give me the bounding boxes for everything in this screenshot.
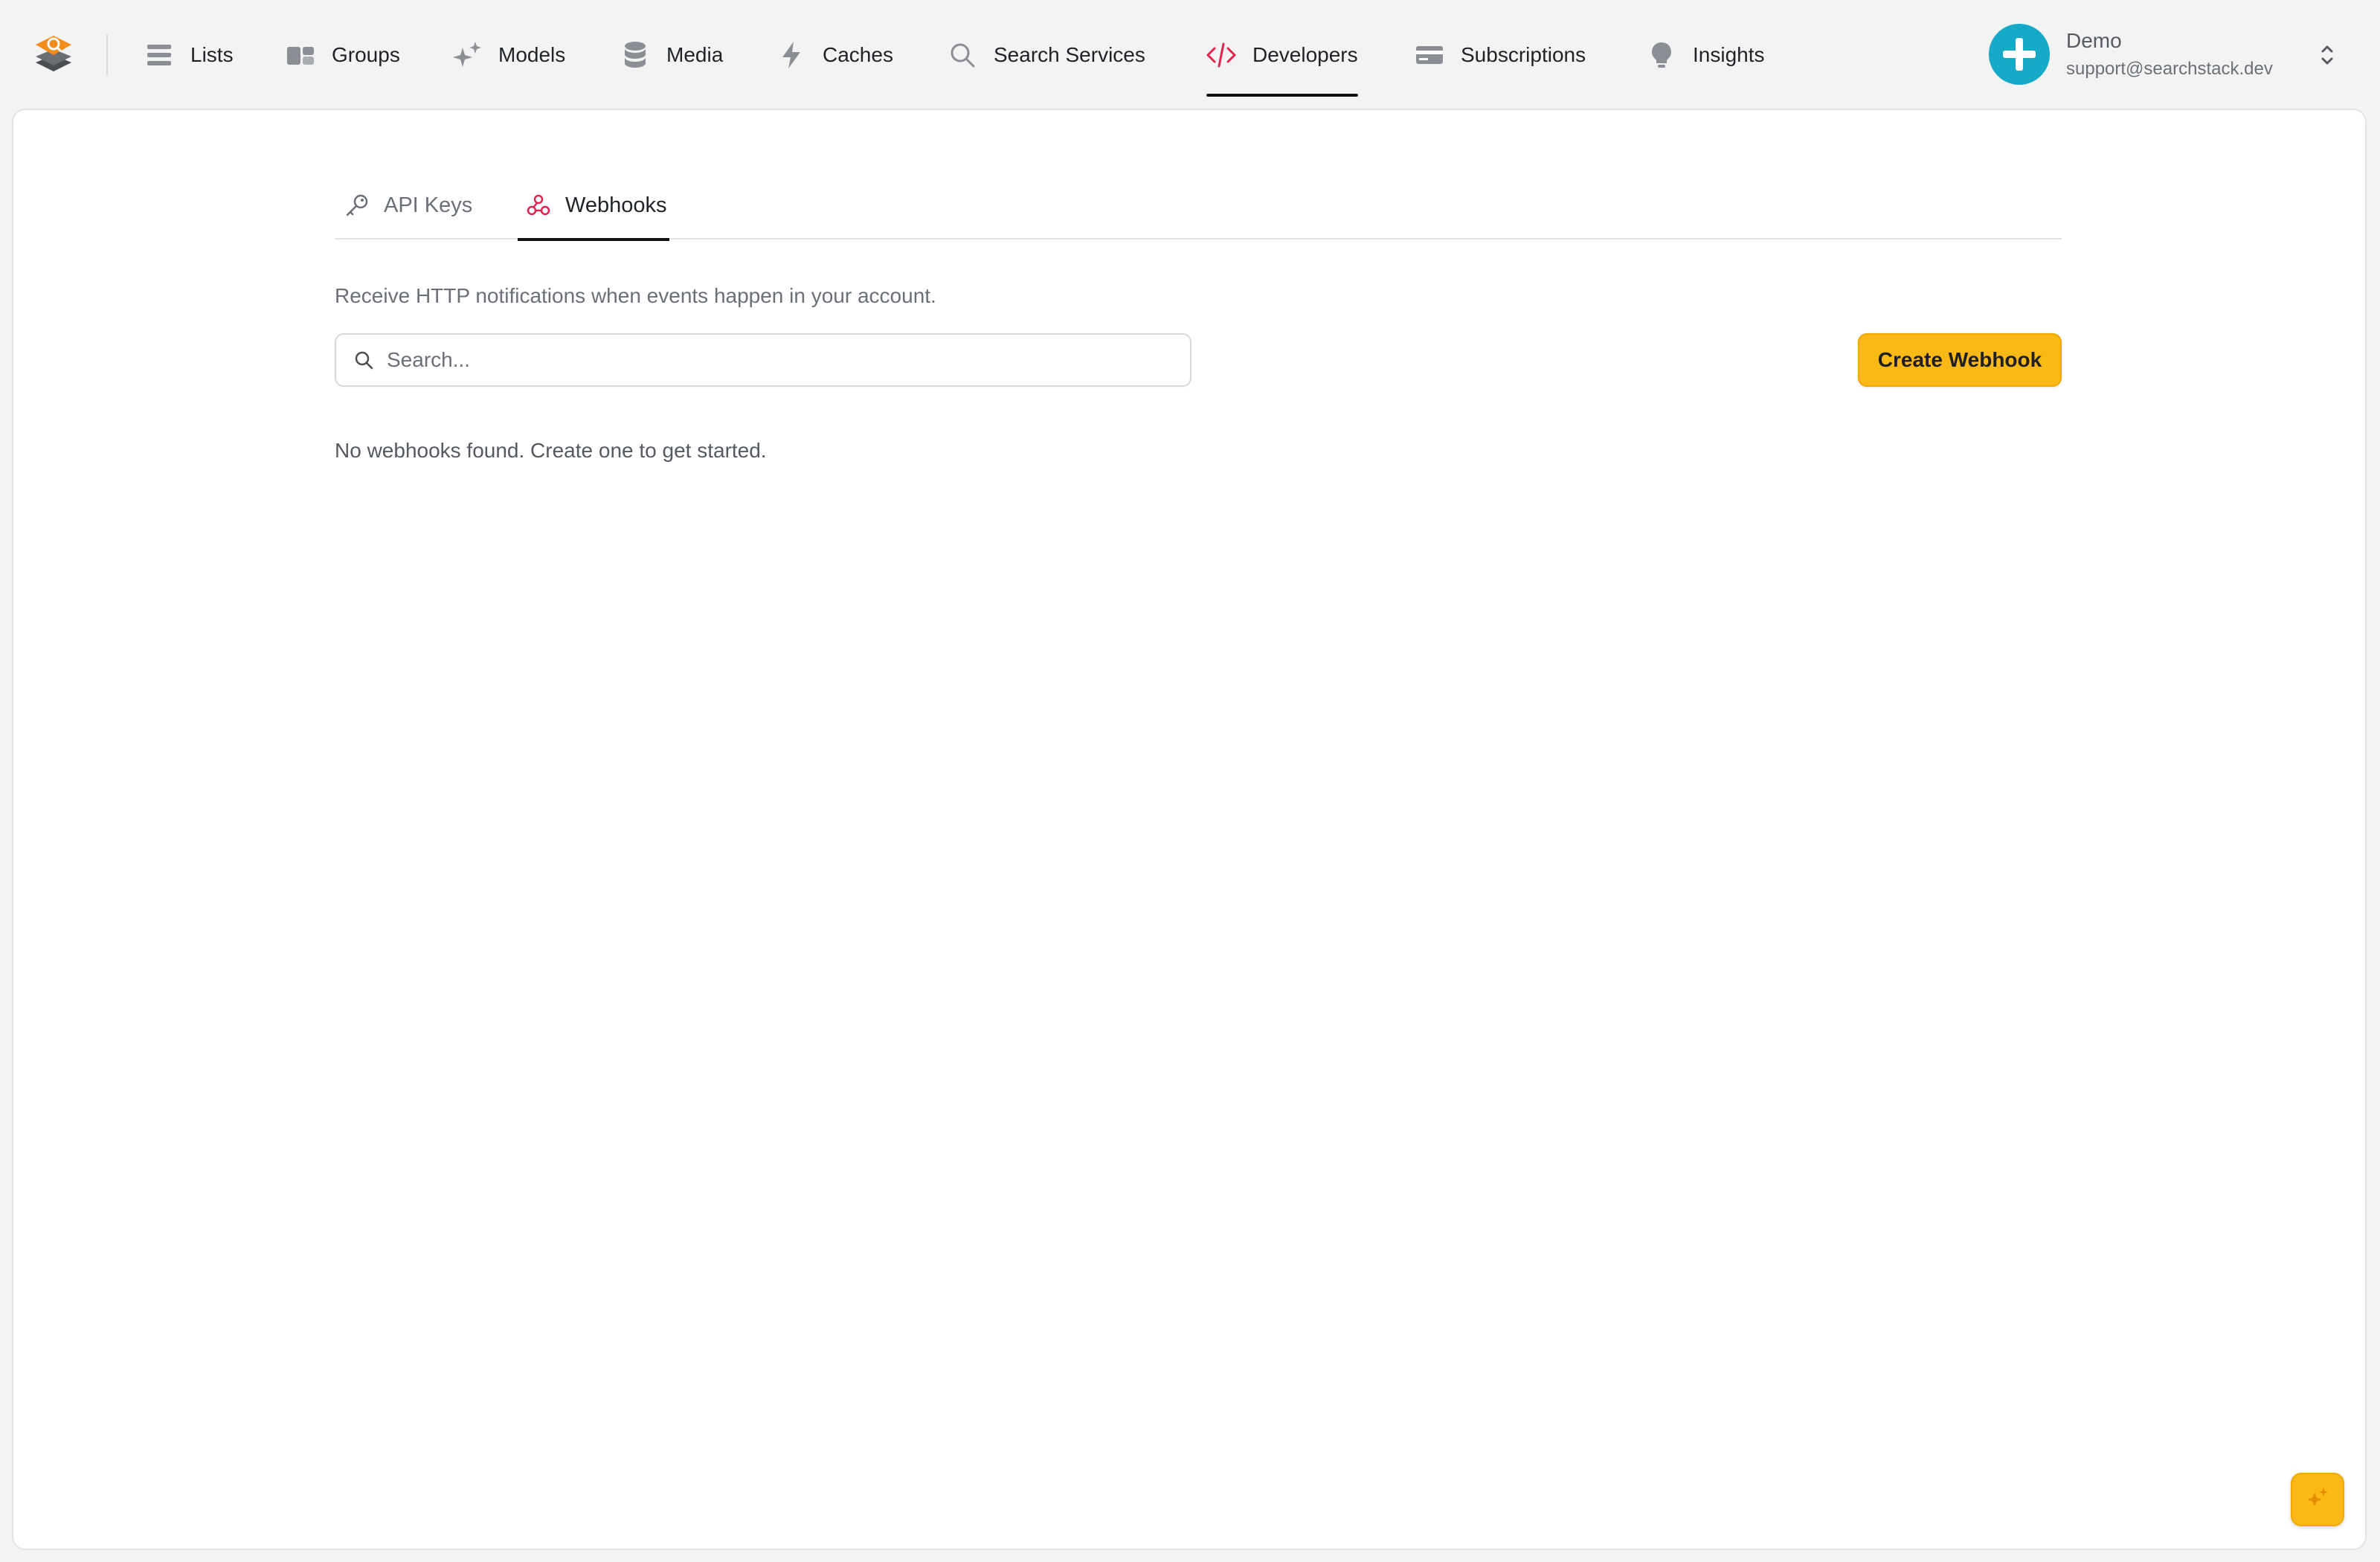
avatar <box>1989 24 2050 85</box>
search-input[interactable] <box>387 348 1175 372</box>
search-icon <box>948 40 977 70</box>
lightning-icon <box>776 40 806 70</box>
groups-icon <box>286 40 315 70</box>
sparkles-icon <box>452 40 482 70</box>
logo-divider <box>106 34 108 74</box>
nav-label: Subscriptions <box>1461 43 1586 66</box>
account-name: Demo <box>2066 29 2122 52</box>
account-email: support@searchstack.dev <box>2066 59 2273 79</box>
tab-label: Webhooks <box>565 193 667 217</box>
plus-icon <box>2003 38 2036 71</box>
nav-item-caches[interactable]: Caches <box>776 27 893 97</box>
nav-item-developers[interactable]: Developers <box>1206 27 1358 97</box>
list-icon <box>144 40 174 70</box>
nav-label: Insights <box>1693 43 1765 66</box>
nav-label: Groups <box>332 43 400 66</box>
key-icon <box>344 192 370 219</box>
tab-label: API Keys <box>384 193 473 217</box>
tab-webhooks[interactable]: Webhooks <box>518 177 669 241</box>
nav-label: Search Services <box>994 43 1145 66</box>
sparkles-icon <box>2306 1486 2329 1514</box>
main-panel: API Keys Webhooks Receive HTTP notificat… <box>12 109 2367 1550</box>
database-icon <box>620 40 650 70</box>
nav-label: Models <box>498 43 566 66</box>
webhook-icon <box>525 192 552 219</box>
nav-label: Caches <box>823 43 893 66</box>
top-navigation: Lists Groups Models Media Caches Search … <box>0 0 2380 109</box>
nav-item-insights[interactable]: Insights <box>1647 27 1765 97</box>
nav-item-groups[interactable]: Groups <box>286 27 400 97</box>
nav-label: Lists <box>190 43 234 66</box>
nav-item-lists[interactable]: Lists <box>144 27 234 97</box>
search-field[interactable] <box>335 333 1191 387</box>
nav-item-subscriptions[interactable]: Subscriptions <box>1415 27 1586 97</box>
nav-item-models[interactable]: Models <box>452 27 565 97</box>
chevron-up-down-icon <box>2316 40 2338 70</box>
create-webhook-button[interactable]: Create Webhook <box>1858 333 2062 387</box>
code-icon <box>1206 40 1236 70</box>
nav-item-search-services[interactable]: Search Services <box>948 27 1145 97</box>
developers-content: API Keys Webhooks Receive HTTP notificat… <box>335 177 2062 462</box>
empty-state-message: No webhooks found. Create one to get sta… <box>335 439 767 462</box>
developer-tabs: API Keys Webhooks <box>335 177 2062 241</box>
account-switcher[interactable]: Demo support@searchstack.dev <box>1989 21 2338 88</box>
lightbulb-icon <box>1647 40 1676 70</box>
webhooks-description: Receive HTTP notifications when events h… <box>335 284 936 307</box>
nav-label: Media <box>666 43 724 66</box>
credit-card-icon <box>1415 40 1444 70</box>
nav-label: Developers <box>1252 43 1358 66</box>
search-icon <box>353 349 375 371</box>
assistant-button[interactable] <box>2291 1473 2344 1526</box>
searchstack-logo-icon[interactable] <box>33 33 74 76</box>
tab-api-keys[interactable]: API Keys <box>344 177 472 240</box>
nav-item-media[interactable]: Media <box>620 27 723 97</box>
